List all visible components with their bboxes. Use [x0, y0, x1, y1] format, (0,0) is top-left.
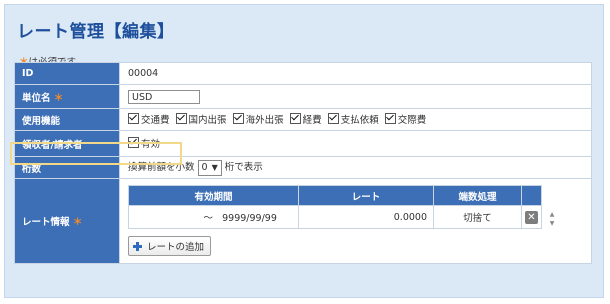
usage-option-label: 交際費 — [397, 114, 427, 126]
chevron-down-icon: ▼ — [211, 163, 218, 173]
digits-cell: 換算前額を小数 0 ▼ 桁で表示 — [119, 156, 592, 179]
usage-option-label: 交通費 — [141, 114, 170, 126]
rates-header-row: 有効期間 レート 端数処理 — [128, 185, 542, 206]
id-label: ID — [14, 62, 120, 85]
rate-form: ID 00004 単位名 ＊ USD 使用機能 交通費 国内出張 海外出張 経費… — [14, 62, 592, 264]
chevron-down-icon[interactable]: ▼ — [547, 219, 557, 228]
usage-checkbox-payment-request[interactable]: 支払依頼 — [327, 112, 379, 126]
add-rate-label: レートの追加 — [147, 242, 205, 253]
header-period: 有効期間 — [128, 185, 299, 206]
unit-label: 単位名 ＊ — [14, 84, 120, 109]
rate-info-label: レート情報 ＊ — [14, 178, 120, 264]
usage-checkbox-entertainment[interactable]: 交際費 — [384, 112, 427, 126]
usage-option-label: 支払依頼 — [340, 114, 379, 126]
unit-label-text: 単位名 — [22, 92, 51, 104]
digits-select-value: 0 — [201, 162, 208, 174]
period-tilde: ～ — [203, 213, 214, 224]
checkbox-icon — [327, 113, 339, 125]
checkbox-icon — [128, 137, 139, 149]
row-usage: 使用機能 交通費 国内出張 海外出張 経費 支払依頼 交際費 — [14, 108, 592, 131]
rate-value[interactable]: 0.0000 — [298, 205, 434, 229]
usage-checkbox-domestic-trip[interactable]: 国内出張 — [175, 112, 227, 126]
usage-option-label: 国内出張 — [188, 114, 227, 126]
period-cell[interactable]: ～ 9999/99/99 — [128, 205, 299, 229]
unit-cell: USD — [119, 84, 592, 109]
rate-info-label-text: レート情報 — [22, 217, 70, 228]
checkbox-icon — [128, 113, 139, 125]
rates-table: 有効期間 レート 端数処理 ～ 9999/99/99 0.0000 切捨て ✕ — [128, 185, 542, 229]
digits-prefix: 換算前額を小数 — [128, 162, 195, 174]
checkbox-icon — [289, 113, 301, 125]
delete-cell: ✕ — [521, 205, 542, 229]
usage-checkbox-transport[interactable]: 交通費 — [128, 112, 170, 126]
row-order-spinner[interactable]: ▲ ▼ — [547, 210, 557, 230]
usage-option-label: 海外出張 — [245, 114, 284, 126]
checkbox-icon — [384, 113, 396, 125]
rate-required-mark: ＊ — [72, 217, 83, 228]
unit-required-mark: ＊ — [53, 92, 64, 104]
table-row: ～ 9999/99/99 0.0000 切捨て ✕ — [128, 205, 542, 229]
row-id: ID 00004 — [14, 62, 592, 85]
close-icon[interactable]: ✕ — [525, 210, 538, 224]
payee-option-label: 有効 — [141, 138, 161, 150]
add-rate-button[interactable]: レートの追加 — [128, 236, 212, 256]
header-rounding: 端数処理 — [433, 185, 522, 206]
header-actions — [521, 185, 542, 206]
digits-select[interactable]: 0 ▼ — [197, 159, 222, 176]
payee-label: 領収者/請求者 — [14, 130, 120, 157]
digits-label: 桁数 — [14, 156, 120, 179]
checkbox-icon — [232, 113, 244, 125]
row-digits: 桁数 換算前額を小数 0 ▼ 桁で表示 — [14, 156, 592, 179]
usage-checkbox-expenses[interactable]: 経費 — [289, 112, 322, 126]
unit-name-input[interactable]: USD — [128, 89, 200, 104]
page-title: レート管理【編集】 — [17, 22, 175, 42]
plus-icon — [133, 241, 142, 251]
rate-info-wrap: 有効期間 レート 端数処理 ～ 9999/99/99 0.0000 切捨て ✕ … — [120, 179, 591, 263]
row-payee: 領収者/請求者 有効 — [14, 130, 592, 157]
period-end: 9999/99/99 — [222, 213, 277, 224]
rate-info-cell: 有効期間 レート 端数処理 ～ 9999/99/99 0.0000 切捨て ✕ … — [119, 178, 592, 264]
payee-cell: 有効 — [119, 130, 592, 157]
row-unit: 単位名 ＊ USD — [14, 84, 592, 109]
usage-cell: 交通費 国内出張 海外出張 経費 支払依頼 交際費 — [119, 108, 592, 131]
usage-label: 使用機能 — [14, 108, 120, 131]
chevron-up-icon[interactable]: ▲ — [547, 210, 557, 219]
digits-suffix: 桁で表示 — [224, 162, 263, 174]
rounding-value[interactable]: 切捨て — [433, 205, 522, 229]
usage-option-label: 経費 — [302, 114, 322, 126]
id-value: 00004 — [119, 62, 592, 85]
checkbox-icon — [175, 113, 187, 125]
row-rate-info: レート情報 ＊ 有効期間 レート 端数処理 ～ 9999/99/99 0.000… — [14, 178, 592, 264]
header-rate: レート — [298, 185, 434, 206]
usage-checkbox-overseas-trip[interactable]: 海外出張 — [232, 112, 284, 126]
payee-enabled-checkbox[interactable]: 有効 — [128, 136, 160, 150]
